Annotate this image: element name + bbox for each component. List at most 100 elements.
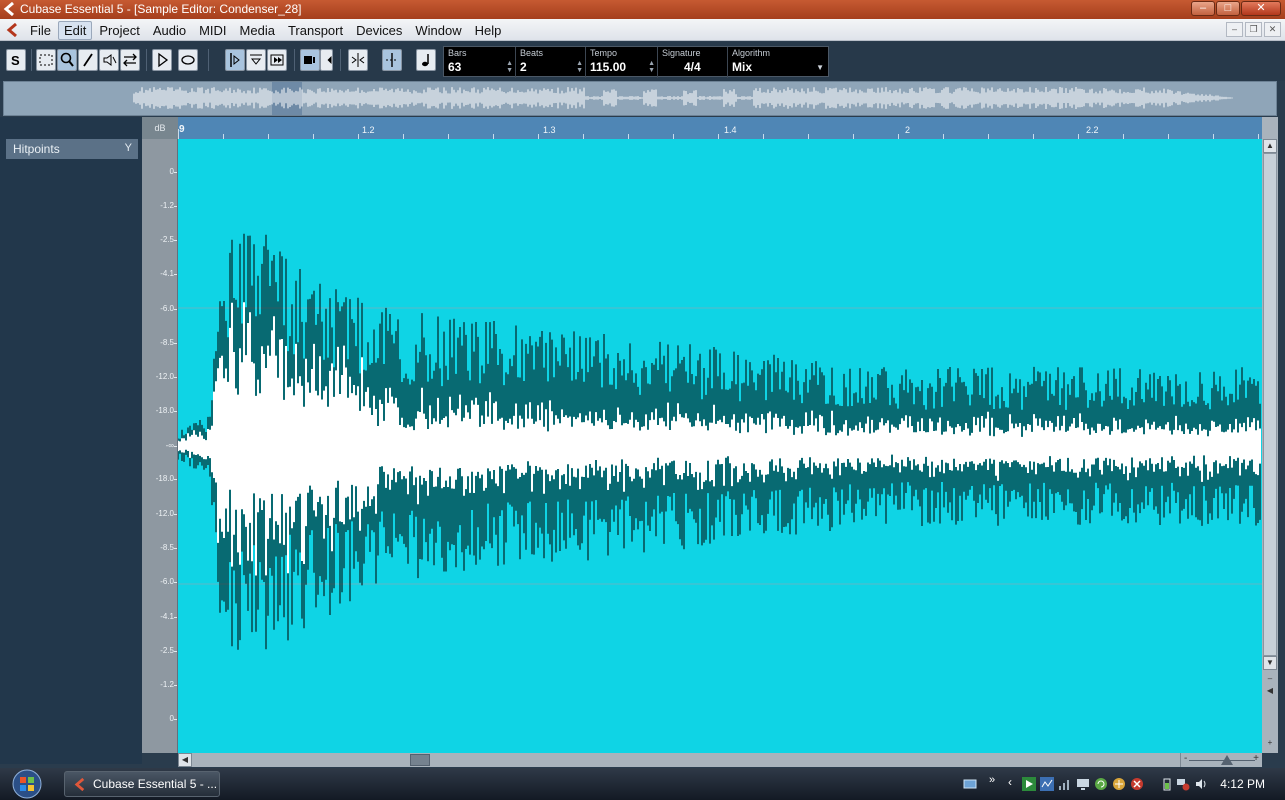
play-button[interactable] <box>152 49 172 71</box>
vertical-zoom-knob-icon[interactable]: ◀ <box>1263 685 1277 699</box>
warp-icon <box>123 53 137 67</box>
menu-audio[interactable]: Audio <box>147 21 192 40</box>
scroll-up-button[interactable]: ▲ <box>1263 139 1277 153</box>
beats-field[interactable]: Beats 2 ▲ ▼ <box>516 47 586 78</box>
menu-project[interactable]: Project <box>93 21 145 40</box>
warp-tool[interactable] <box>120 49 140 71</box>
draw-icon <box>83 53 93 67</box>
mute-tool[interactable] <box>99 49 119 71</box>
inspector-panel: Hitpoints Y <box>0 117 142 764</box>
volume-icon[interactable] <box>1194 777 1208 791</box>
waveform-display[interactable] <box>178 139 1262 753</box>
audio-device-icon[interactable] <box>1040 777 1054 791</box>
security-alert-icon[interactable] <box>1130 777 1144 791</box>
bars-value: 63 <box>448 60 462 74</box>
scroll-down-button[interactable]: ▼ <box>1263 656 1277 670</box>
start-button[interactable] <box>6 769 48 799</box>
signature-value: 4/4 <box>684 60 701 74</box>
vertical-scroll-thumb[interactable] <box>1263 153 1277 656</box>
musical-mode-button[interactable] <box>416 49 436 71</box>
db-tick-label: -8.5 <box>160 543 174 552</box>
expand-tray-icon[interactable]: » <box>989 774 1003 788</box>
db-scale: dB 0 -1.2 -2.5 -4.1 -6.0 -8.5 -12.0 -18.0 -∞ -18.… <box>142 117 178 753</box>
zoom-tool[interactable] <box>57 49 77 71</box>
zoom-knob[interactable] <box>1221 755 1233 765</box>
signal-bars-icon[interactable] <box>1058 777 1072 791</box>
close-button[interactable]: ✕ <box>1241 1 1281 16</box>
horizontal-scroll-thumb[interactable] <box>410 754 430 766</box>
vertical-scrollbar[interactable]: ▲ ▼ – ◀ + <box>1262 117 1278 753</box>
ruler-label: 2.2 <box>1086 125 1099 135</box>
menu-window[interactable]: Window <box>409 21 467 40</box>
zoom-out-icon[interactable]: - <box>1184 753 1187 764</box>
scroll-left-button[interactable]: ◀ <box>178 753 192 767</box>
solo-icon: S <box>11 53 20 68</box>
db-tick-label: -2.5 <box>160 646 174 655</box>
tempo-value: 115.00 <box>590 60 627 74</box>
mdi-close-button[interactable]: ✕ <box>1264 22 1281 37</box>
menu-bar: File Edit Project Audio MIDI Media Transport De… <box>0 19 1285 41</box>
filter-icon[interactable]: Y <box>125 142 132 154</box>
spinner-arrows-icon[interactable]: ▲ ▼ <box>576 60 583 74</box>
waveform-overview[interactable] <box>3 81 1277 116</box>
zoom-in-icon[interactable]: + <box>1253 753 1259 764</box>
slice-icon <box>250 54 262 65</box>
dropdown-arrow-icon: ▼ <box>816 63 824 72</box>
spinner-arrows-icon[interactable]: ▲ ▼ <box>506 60 513 74</box>
vertical-zoom-plus[interactable]: + <box>1263 737 1277 751</box>
ruler-label: 1.2 <box>362 125 375 135</box>
horizontal-scrollbar[interactable]: ◀ ▶ <box>178 753 1262 767</box>
loop-button[interactable] <box>178 49 198 71</box>
cubase-logo-icon <box>74 778 85 791</box>
solo-button[interactable]: S <box>6 49 26 71</box>
show-desktop-icon[interactable] <box>963 777 977 791</box>
chevron-left-icon <box>327 56 332 64</box>
autoscroll-button[interactable] <box>382 49 402 71</box>
menu-transport[interactable]: Transport <box>282 21 349 40</box>
menu-edit[interactable]: Edit <box>57 20 93 40</box>
algorithm-value: Mix <box>732 60 753 74</box>
time-ruler[interactable]: 9 1.2 1.3 1.4 2 2.2 <box>178 117 1262 139</box>
chevron-left-icon[interactable]: ‹ <box>1008 775 1022 789</box>
network-disconnected-icon[interactable] <box>1176 777 1190 791</box>
menu-midi[interactable]: MIDI <box>193 21 232 40</box>
snap-icon <box>304 56 315 64</box>
refresh-icon[interactable] <box>1094 777 1108 791</box>
media-player-icon[interactable] <box>1022 777 1036 791</box>
hitpoints-section[interactable]: Hitpoints Y <box>6 139 138 159</box>
tempo-field[interactable]: Tempo 115.00 ▲ ▼ <box>586 47 658 78</box>
signature-field[interactable]: Signature 4/4 <box>658 47 728 78</box>
audition-slices-button[interactable] <box>267 49 287 71</box>
menu-help[interactable]: Help <box>469 21 508 40</box>
mdi-restore-button[interactable]: ❐ <box>1245 22 1262 37</box>
monitor-icon[interactable] <box>1076 777 1090 791</box>
maximize-button[interactable]: □ <box>1216 1 1240 16</box>
horizontal-zoom-slider[interactable]: - + <box>1180 753 1262 767</box>
zero-crossing-icon <box>351 53 365 67</box>
menu-file[interactable]: File <box>24 21 57 40</box>
cubase-menu-icon[interactable] <box>6 23 20 37</box>
db-tick-label: -2.5 <box>160 235 174 244</box>
network-icon[interactable] <box>1112 777 1126 791</box>
bars-field[interactable]: Bars 63 ▲ ▼ <box>444 47 516 78</box>
snap-options-button[interactable] <box>320 49 333 71</box>
mute-icon <box>103 54 117 66</box>
menu-media[interactable]: Media <box>234 21 281 40</box>
algorithm-select[interactable]: Algorithm Mix ▼ <box>728 47 828 78</box>
menu-devices[interactable]: Devices <box>350 21 408 40</box>
battery-icon[interactable] <box>1160 777 1174 791</box>
db-tick-label: -∞ <box>165 441 174 450</box>
slice-button[interactable] <box>246 49 266 71</box>
hitpoint-mode-button[interactable] <box>225 49 245 71</box>
range-selection-tool[interactable] <box>36 49 56 71</box>
ruler-label: 1.3 <box>543 125 556 135</box>
minimize-button[interactable]: – <box>1191 1 1215 16</box>
mdi-minimize-button[interactable]: – <box>1226 22 1243 37</box>
snap-button[interactable] <box>300 49 320 71</box>
zero-crossing-button[interactable] <box>348 49 368 71</box>
spinner-arrows-icon[interactable]: ▲ ▼ <box>648 60 655 74</box>
db-tick-label: -4.1 <box>160 269 174 278</box>
db-tick-label: -18.0 <box>155 406 174 415</box>
taskbar-cubase-button[interactable]: Cubase Essential 5 - ... <box>64 771 220 797</box>
draw-tool[interactable] <box>78 49 98 71</box>
